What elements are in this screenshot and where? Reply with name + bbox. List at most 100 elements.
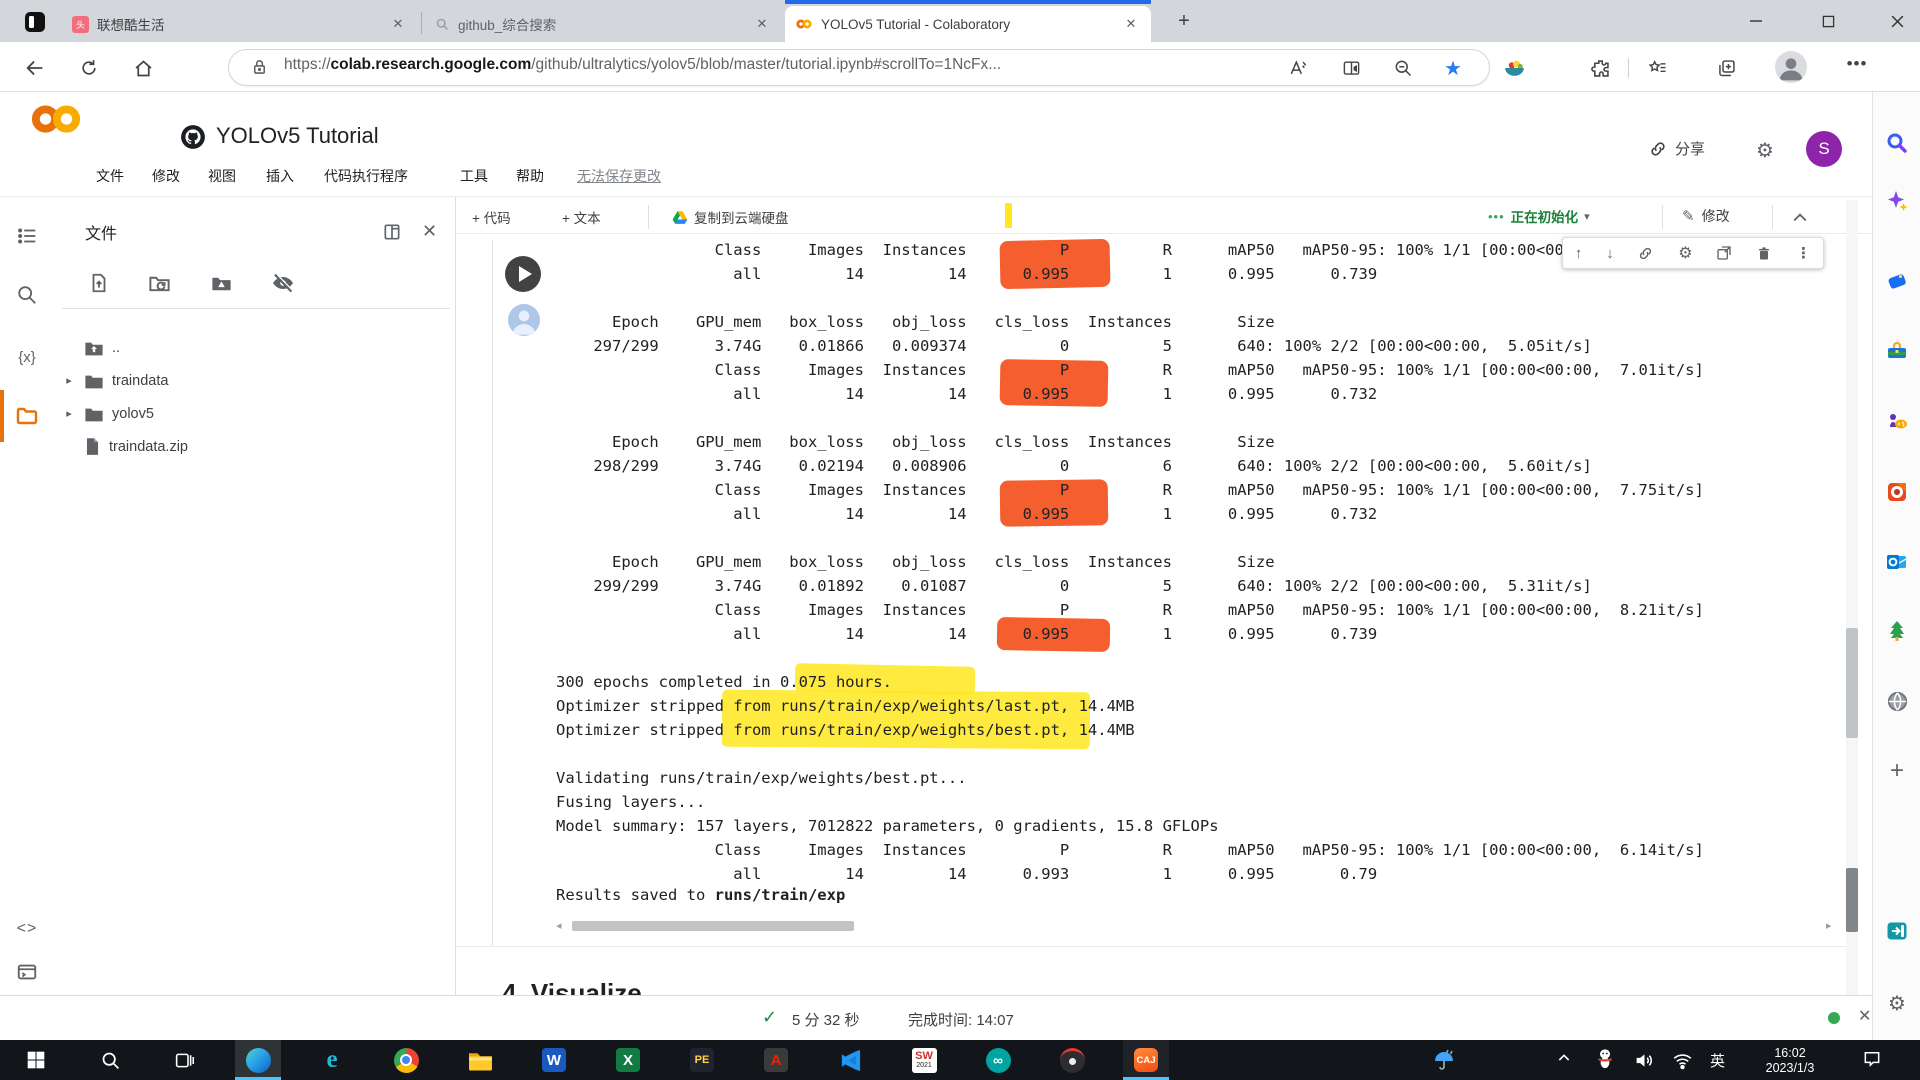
tray-volume-icon[interactable] <box>1634 1050 1655 1071</box>
favorite-star-icon[interactable]: ★ <box>1438 56 1468 80</box>
sidebar-copilot-icon[interactable] <box>1884 188 1910 214</box>
github-icon[interactable] <box>180 124 206 150</box>
task-view-icon[interactable] <box>161 1040 207 1080</box>
rail-terminal-icon[interactable] <box>13 958 41 986</box>
taskbar-word-icon[interactable]: W <box>531 1040 577 1080</box>
url-text[interactable]: https://colab.research.google.com/github… <box>284 56 1001 74</box>
taskbar-solidworks-icon[interactable]: SW 2021 <box>901 1040 947 1080</box>
lock-icon[interactable] <box>250 58 269 77</box>
file-row-traindata-zip[interactable]: traindata.zip <box>62 431 452 462</box>
taskbar-vscode-icon[interactable] <box>827 1040 873 1080</box>
notebook-title[interactable]: YOLOv5 Tutorial <box>216 123 379 149</box>
refresh-button[interactable] <box>72 53 106 83</box>
taskbar-search-icon[interactable] <box>87 1040 133 1080</box>
sidebar-toolbox-icon[interactable] <box>1884 338 1910 364</box>
weather-umbrella-icon[interactable] <box>1432 1048 1456 1072</box>
menu-insert[interactable]: 插入 <box>264 162 296 190</box>
hscroll-right-arrow[interactable]: ▸ <box>1826 919 1832 932</box>
favorites-bar-icon[interactable] <box>1642 54 1674 82</box>
rail-variables-icon[interactable]: {x} <box>13 343 41 371</box>
share-button[interactable]: 分享 <box>1648 138 1705 159</box>
tray-qq-icon[interactable] <box>1594 1046 1616 1072</box>
upload-file-icon[interactable] <box>84 268 114 298</box>
tray-network-icon[interactable] <box>1672 1050 1693 1071</box>
hscroll-thumb[interactable] <box>572 921 854 931</box>
file-row-yolov5[interactable]: ▸ yolov5 <box>62 398 452 429</box>
output-scrollbar-thumb[interactable] <box>1846 868 1858 932</box>
browser-settings-menu-icon[interactable]: ••• <box>1842 54 1872 82</box>
taskbar-explorer-icon[interactable] <box>457 1040 503 1080</box>
read-aloud-icon[interactable] <box>1283 56 1313 80</box>
rail-search-icon[interactable] <box>13 281 41 309</box>
immersive-reader-icon[interactable] <box>1336 56 1366 80</box>
rail-files-icon[interactable] <box>13 402 41 430</box>
sidebar-tree-icon[interactable] <box>1884 618 1910 644</box>
tray-expand-chevron-icon[interactable] <box>1556 1050 1572 1066</box>
sidebar-office-icon[interactable] <box>1884 479 1910 505</box>
move-cell-up-icon[interactable]: ↑ <box>1575 245 1583 262</box>
file-row-traindata[interactable]: ▸ traindata <box>62 365 452 396</box>
menu-file[interactable]: 文件 <box>94 162 126 190</box>
collapse-header-chevron-icon[interactable] <box>1790 208 1812 230</box>
taskbar-edge-icon[interactable] <box>235 1040 281 1080</box>
tab-close-icon[interactable]: ✕ <box>388 14 408 34</box>
extensions-puzzle-icon[interactable] <box>1584 54 1616 82</box>
back-button[interactable] <box>18 53 52 83</box>
sidebar-globe-icon[interactable] <box>1884 688 1910 714</box>
colab-settings-gear-icon[interactable]: ⚙ <box>1756 138 1774 163</box>
rail-code-snippets-icon[interactable]: <> <box>13 915 41 943</box>
new-tab-button[interactable]: + <box>1170 10 1198 34</box>
unsaved-changes-notice[interactable]: 无法保存更改 <box>575 162 663 190</box>
rail-toc-icon[interactable] <box>13 222 41 250</box>
add-code-button[interactable]: + 代码 <box>472 203 511 231</box>
expand-arrow-icon[interactable]: ▸ <box>62 374 76 387</box>
start-button[interactable] <box>13 1040 59 1080</box>
files-panel-popout-icon[interactable] <box>382 222 402 242</box>
tab-close-icon[interactable]: ✕ <box>1121 14 1141 34</box>
panel-divider[interactable] <box>455 197 456 995</box>
files-panel-close-icon[interactable]: ✕ <box>422 221 437 242</box>
cell-more-options-icon[interactable]: ⋮ <box>1796 244 1811 262</box>
home-button[interactable] <box>126 53 160 83</box>
expand-arrow-icon[interactable]: ▸ <box>62 407 76 420</box>
sidebar-settings-gear-icon[interactable]: ⚙ <box>1884 990 1910 1016</box>
tab-github-search[interactable]: github_综合搜索 ✕ <box>425 6 782 42</box>
hscroll-left-arrow[interactable]: ◂ <box>556 919 562 932</box>
sidebar-outlook-icon[interactable] <box>1884 549 1910 575</box>
browser-profile-avatar[interactable] <box>1775 51 1807 83</box>
runtime-status-dropdown[interactable]: ••• 正在初始化 ▾ <box>1488 206 1590 226</box>
taskbar-caj-icon[interactable]: CAJ <box>1123 1040 1169 1080</box>
tab-actions-menu-icon[interactable] <box>22 9 48 35</box>
taskbar-legacy-e-icon[interactable]: e <box>309 1040 355 1080</box>
run-cell-button[interactable] <box>505 256 541 292</box>
user-avatar[interactable]: S <box>1806 131 1842 167</box>
window-minimize-button[interactable] <box>1733 0 1779 42</box>
open-in-window-icon[interactable] <box>1716 245 1732 261</box>
salad-collection-icon[interactable] <box>1498 54 1530 82</box>
taskbar-pe-icon[interactable]: PE <box>679 1040 725 1080</box>
menu-edit[interactable]: 修改 <box>150 162 182 190</box>
sidebar-games-icon[interactable] <box>1884 408 1910 434</box>
zoom-out-icon[interactable] <box>1388 56 1418 80</box>
window-close-button[interactable] <box>1874 0 1920 42</box>
cell-settings-gear-icon[interactable]: ⚙ <box>1678 243 1692 263</box>
sidebar-search-icon[interactable] <box>1884 130 1910 156</box>
copy-to-drive-button[interactable]: 复制到云端硬盘 <box>672 203 789 231</box>
tab-colab-active[interactable]: YOLOv5 Tutorial - Colaboratory ✕ <box>785 6 1151 42</box>
link-to-cell-icon[interactable] <box>1637 245 1654 262</box>
taskbar-sunlogin-icon[interactable]: ∞ <box>975 1040 1021 1080</box>
taskbar-chrome-icon[interactable] <box>383 1040 429 1080</box>
taskbar-excel-icon[interactable]: X <box>605 1040 651 1080</box>
add-text-button[interactable]: + 文本 <box>562 203 601 231</box>
status-bar-close-icon[interactable]: ✕ <box>1858 1006 1871 1026</box>
menu-help[interactable]: 帮助 <box>514 162 546 190</box>
delete-cell-trash-icon[interactable] <box>1756 245 1772 262</box>
tab-lenovo[interactable]: 头 联想酷生活 ✕ <box>62 6 418 42</box>
hide-files-eye-off-icon[interactable] <box>268 268 298 298</box>
taskbar-media-app-icon[interactable] <box>1049 1040 1095 1080</box>
sidebar-shopping-icon[interactable] <box>1884 268 1910 294</box>
menu-runtime[interactable]: 代码执行程序 <box>322 162 410 190</box>
file-row-parent[interactable]: .. <box>62 332 452 363</box>
taskbar-acrobat-icon[interactable]: A <box>753 1040 799 1080</box>
tray-ime-indicator[interactable]: 英 <box>1710 1050 1725 1071</box>
